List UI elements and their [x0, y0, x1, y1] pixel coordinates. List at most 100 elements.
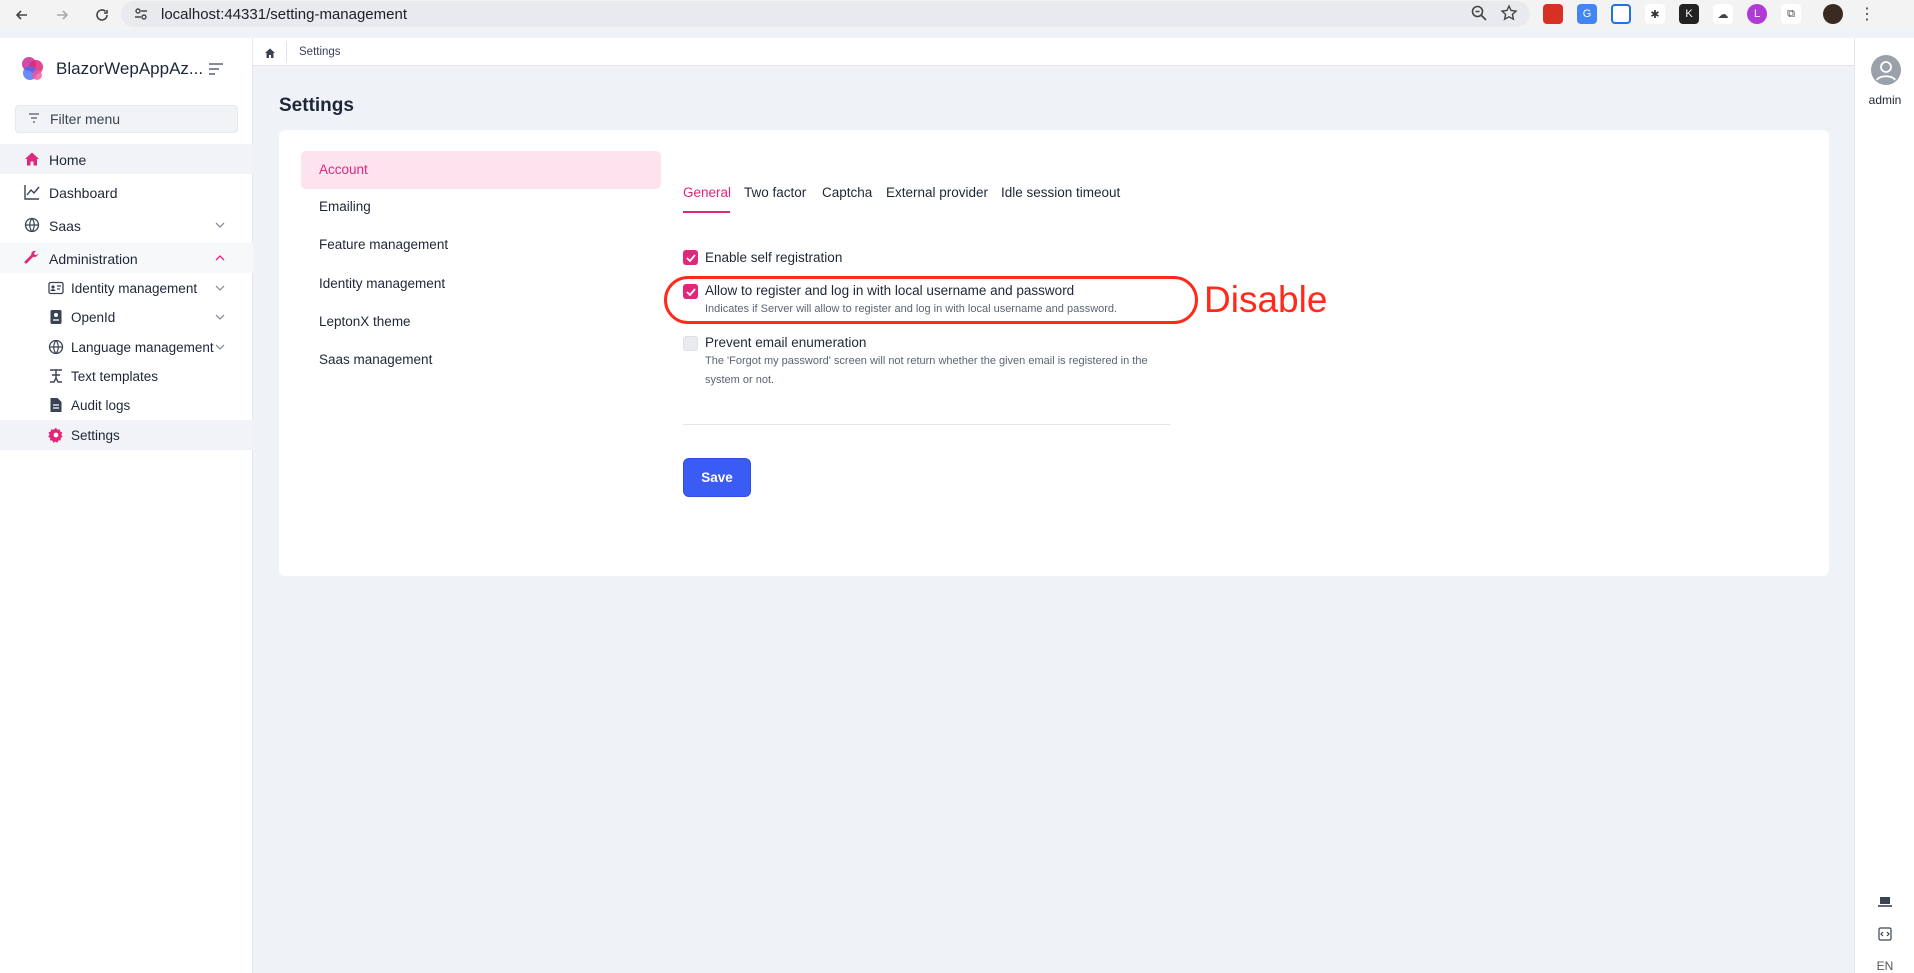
browser-toolbar: localhost:44331/setting-management G ✱ K…: [0, 0, 1914, 29]
app-name: BlazorWepAppAz...: [56, 59, 204, 78]
extension-dark-icon[interactable]: ✱: [1645, 4, 1665, 24]
settings-nav-label: Feature management: [319, 237, 449, 252]
extension-blue-icon[interactable]: [1611, 4, 1631, 24]
email-enumeration-help: The 'Forgot my password' screen will not…: [705, 355, 1148, 386]
file-icon: [48, 397, 64, 413]
sidebar-item-text-templates[interactable]: Text templates: [0, 361, 253, 391]
settings-nav-feature-management[interactable]: Feature management: [301, 226, 661, 264]
extension-red-icon[interactable]: [1543, 4, 1563, 24]
sidebar-item-label: Identity management: [71, 281, 198, 296]
bookmark-star-icon[interactable]: [1500, 4, 1518, 27]
app-logo-icon: [18, 55, 46, 83]
email-enumeration-checkbox[interactable]: [683, 336, 698, 351]
user-name[interactable]: admin: [1855, 93, 1914, 107]
id-card-icon: [48, 280, 64, 296]
back-icon[interactable]: [10, 3, 34, 27]
sidebar-item-label: Text templates: [71, 369, 159, 384]
breadcrumb-current: Settings: [299, 46, 341, 58]
sidebar-item-openid[interactable]: OpenId: [0, 302, 253, 332]
settings-nav-identity-management[interactable]: Identity management: [301, 265, 661, 303]
profile-avatar-icon[interactable]: [1823, 4, 1843, 24]
extensions-puzzle-icon[interactable]: ⧉: [1781, 4, 1801, 24]
settings-nav-label: Emailing: [319, 199, 371, 214]
settings-nav-emailing[interactable]: Emailing: [301, 188, 661, 226]
sidebar-item-home[interactable]: Home: [0, 144, 253, 174]
home-icon[interactable]: [264, 46, 276, 64]
browser-menu-icon[interactable]: ⋮: [1857, 4, 1877, 24]
laptop-icon[interactable]: [1855, 896, 1914, 911]
annotation-circle: [664, 276, 1198, 324]
sidebar-item-language-management[interactable]: Language management: [0, 332, 253, 362]
breadcrumb: Settings: [253, 38, 1854, 66]
page-title: Settings: [279, 95, 354, 116]
tab-general[interactable]: General: [683, 185, 731, 200]
filter-menu-input[interactable]: Filter menu: [15, 105, 238, 133]
gear-icon: [48, 427, 64, 443]
chevron-down-icon: [214, 281, 226, 297]
self-registration-checkbox[interactable]: [683, 250, 698, 265]
extension-k-icon[interactable]: K: [1679, 4, 1699, 24]
translate-extension-icon[interactable]: G: [1577, 4, 1597, 24]
tab-external-provider[interactable]: External provider: [886, 185, 988, 200]
save-button[interactable]: Save: [683, 458, 751, 497]
language-selector[interactable]: EN: [1855, 959, 1914, 973]
sidebar-item-audit-logs[interactable]: Audit logs: [0, 390, 253, 420]
forward-icon[interactable]: [50, 3, 74, 27]
sidebar-item-label: Audit logs: [71, 398, 131, 413]
text-template-icon: [48, 368, 64, 384]
code-icon[interactable]: [1855, 927, 1914, 944]
globe-icon: [24, 217, 40, 233]
site-settings-icon[interactable]: [133, 7, 149, 21]
settings-nav-label: Saas management: [319, 352, 433, 367]
annotation-label: Disable: [1204, 279, 1328, 320]
sidebar-item-label: Dashboard: [49, 185, 118, 201]
sidebar-item-settings[interactable]: Settings: [0, 420, 253, 450]
self-registration-label[interactable]: Enable self registration: [705, 250, 842, 265]
sidebar-item-label: Settings: [71, 428, 120, 443]
sidebar-item-identity-management[interactable]: Identity management: [0, 273, 253, 303]
wrench-icon: [24, 250, 40, 266]
email-enumeration-label[interactable]: Prevent email enumeration: [705, 335, 866, 350]
tab-captcha[interactable]: Captcha: [822, 185, 872, 200]
chevron-down-icon: [214, 340, 226, 356]
sidebar-item-label: Language management: [71, 340, 214, 355]
chart-icon: [24, 184, 40, 200]
settings-nav-account[interactable]: Account: [301, 151, 661, 189]
right-rail: admin EN: [1854, 38, 1914, 973]
openid-icon: [48, 309, 64, 325]
settings-nav-label: LeptonX theme: [319, 314, 411, 329]
settings-nav-label: Identity management: [319, 276, 446, 291]
sidebar-item-label: Home: [49, 152, 87, 168]
active-tab-indicator: [683, 211, 730, 213]
sidebar-item-administration[interactable]: Administration: [0, 243, 253, 273]
breadcrumb-divider: [286, 41, 287, 63]
cloud-extension-icon[interactable]: ☁: [1713, 4, 1733, 24]
url-text[interactable]: localhost:44331/setting-management: [161, 6, 407, 23]
tab-two-factor[interactable]: Two factor: [744, 185, 806, 200]
sidebar: BlazorWepAppAz... Filter menu Home Dashb…: [0, 38, 253, 973]
chevron-up-icon: [214, 251, 226, 267]
sidebar-item-label: OpenId: [71, 310, 116, 325]
tab-idle-session-timeout[interactable]: Idle session timeout: [1001, 185, 1120, 200]
sidebar-item-label: Administration: [49, 251, 138, 267]
reload-icon[interactable]: [90, 3, 114, 27]
chevron-down-icon: [214, 218, 226, 234]
zoom-icon[interactable]: [1470, 4, 1488, 27]
user-avatar-icon[interactable]: [1871, 55, 1901, 85]
sidebar-item-dashboard[interactable]: Dashboard: [0, 177, 253, 207]
extension-purple-icon[interactable]: L: [1747, 4, 1767, 24]
brand[interactable]: BlazorWepAppAz...: [18, 55, 203, 83]
checkmark-icon: [685, 253, 696, 262]
settings-nav-saas-management[interactable]: Saas management: [301, 341, 661, 379]
settings-nav-label: Account: [319, 162, 368, 177]
home-icon: [24, 151, 40, 167]
sidebar-item-label: Saas: [49, 218, 81, 234]
globe-icon: [48, 339, 64, 355]
settings-nav-leptonx-theme[interactable]: LeptonX theme: [301, 303, 661, 341]
address-bar[interactable]: localhost:44331/setting-management: [121, 1, 1530, 27]
chevron-down-icon: [214, 310, 226, 326]
form-divider: [683, 424, 1170, 425]
menu-collapse-icon[interactable]: [208, 62, 224, 81]
sidebar-item-saas[interactable]: Saas: [0, 210, 253, 240]
filter-placeholder: Filter menu: [50, 111, 121, 127]
